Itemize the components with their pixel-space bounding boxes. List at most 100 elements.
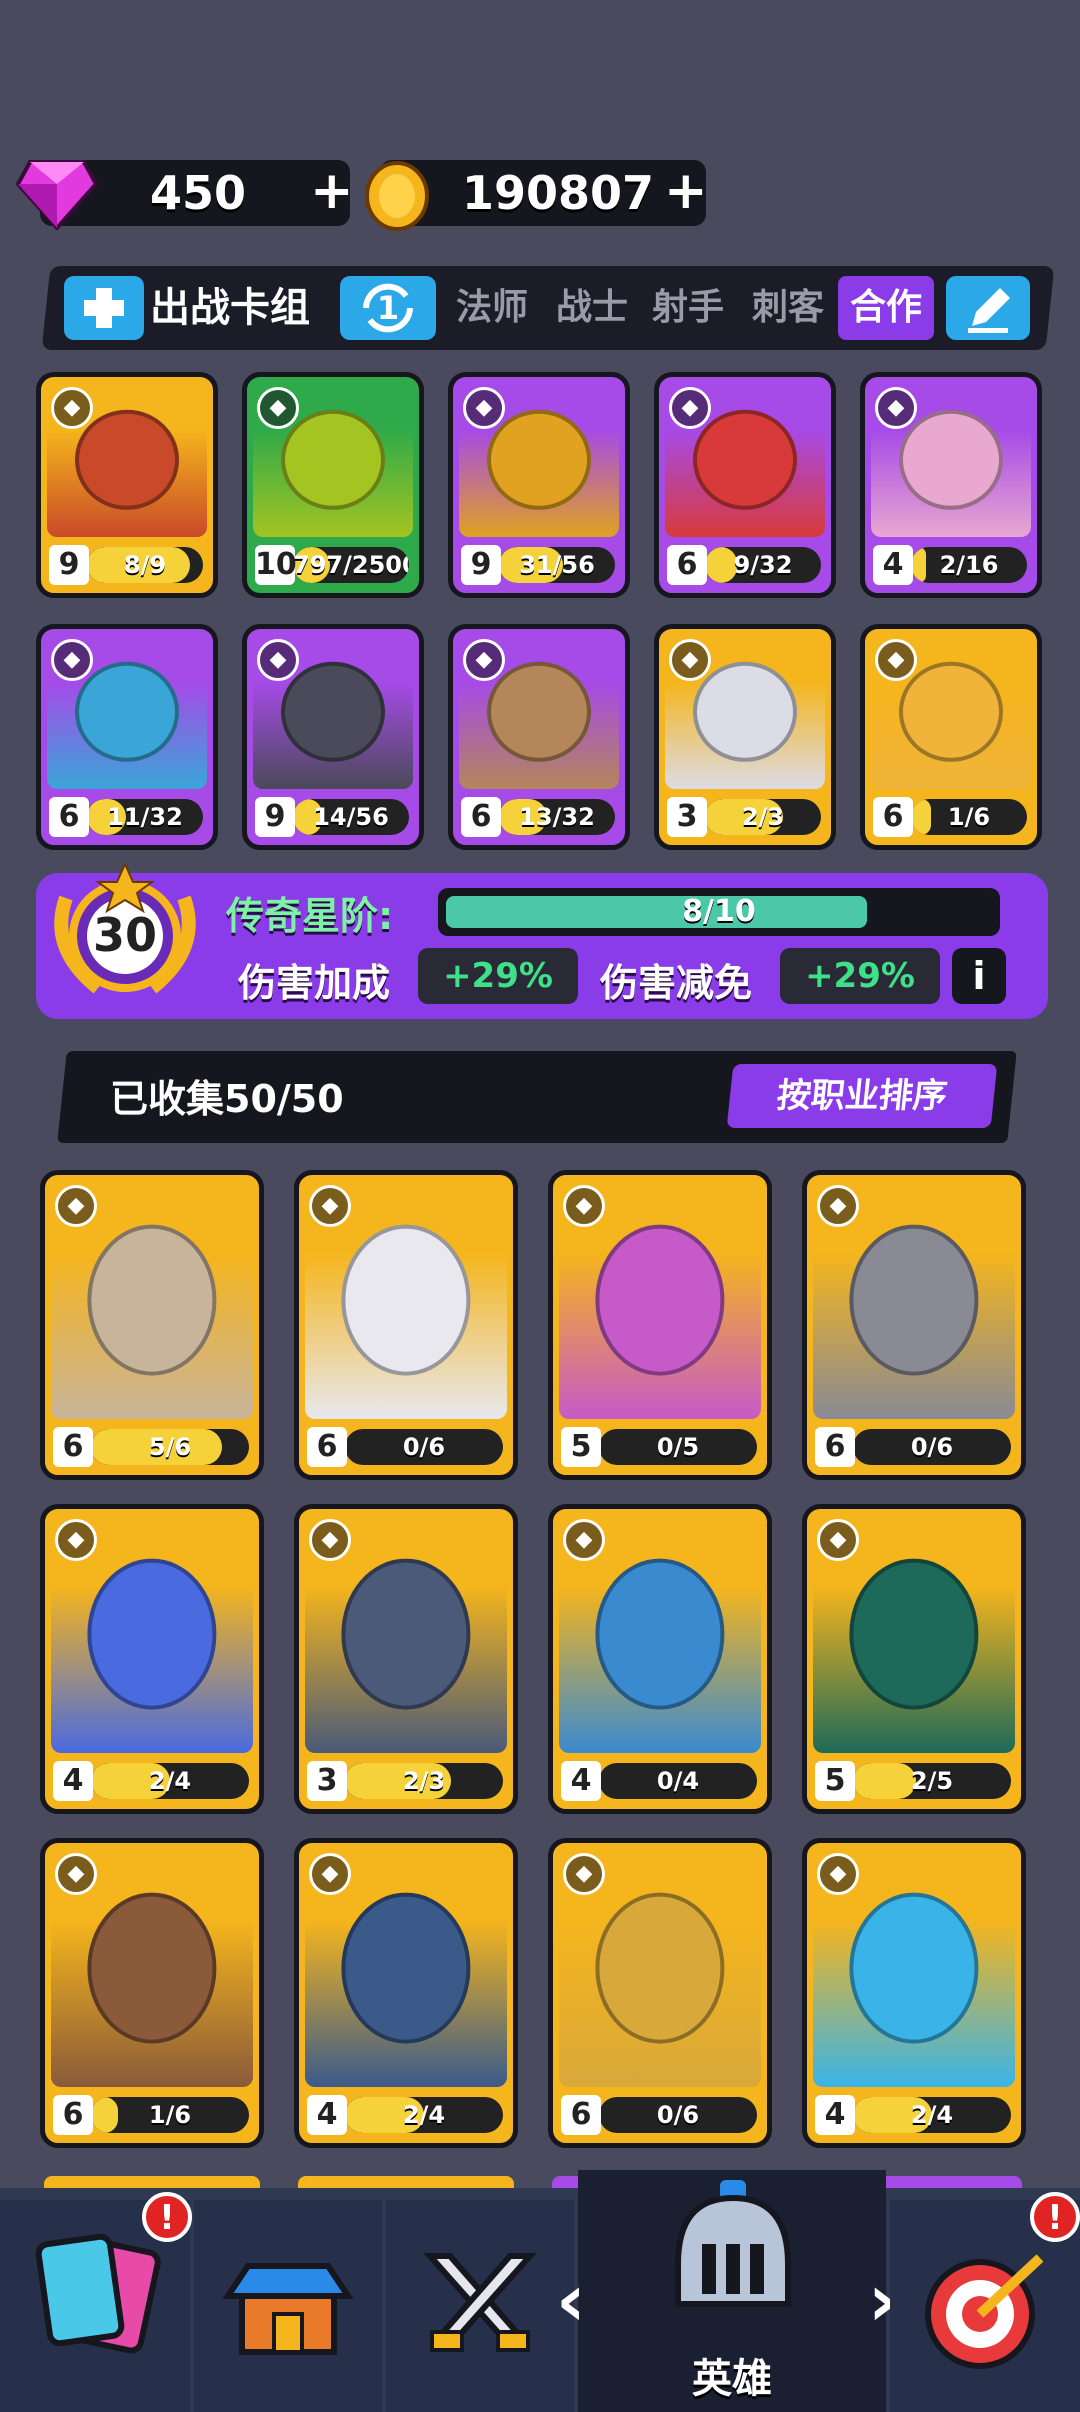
deck-card[interactable]: ◆ 8/9 9	[36, 372, 218, 598]
add-gems-button[interactable]: +	[310, 162, 354, 220]
hero-card[interactable]: ◆ 0/6 6	[802, 1170, 1026, 1480]
card-progress-text: 0/6	[910, 1433, 954, 1461]
card-progress-text: 14/56	[313, 803, 389, 831]
deck-card[interactable]: ◆ 2/3 3	[654, 624, 836, 850]
card-progress-bar: 1/6	[911, 799, 1027, 835]
hero-card[interactable]: ◆ 2/4 4	[294, 1838, 518, 2148]
hero-card[interactable]: ◆ 0/5 5	[548, 1170, 772, 1480]
nav-heroes-label: 英雄	[692, 2356, 772, 2402]
rank-level: 30	[92, 908, 157, 962]
shop-icon	[222, 2263, 354, 2355]
hero-face	[849, 1558, 979, 1710]
mage-icon: ◆	[669, 639, 711, 681]
collection-count: 已收集50/50	[110, 1077, 344, 1121]
hero-face	[693, 661, 797, 763]
card-progress-text: 2/16	[939, 551, 999, 579]
archer-icon: ◆	[55, 1519, 97, 1561]
sort-by-class-button[interactable]: 按职业排序	[726, 1064, 998, 1128]
gem-icon	[16, 160, 98, 230]
card-level: 6	[561, 2095, 601, 2135]
summoner-icon: ◆	[309, 1519, 351, 1561]
hero-card[interactable]: ◆ 2/3 3	[294, 1504, 518, 1814]
card-progress-bar: 2/4	[91, 1763, 249, 1799]
target-icon	[925, 2254, 1044, 2369]
hero-card[interactable]: ◆ 2/4 4	[40, 1504, 264, 1814]
deck-card[interactable]: ◆ 13/32 6	[448, 624, 630, 850]
hero-face	[87, 1224, 217, 1376]
card-level: 5	[561, 1427, 601, 1467]
card-progress-text: 1/6	[947, 803, 991, 831]
card-progress-text: 0/4	[656, 1767, 700, 1795]
hero-card[interactable]: ◆ 1/6 6	[40, 1838, 264, 2148]
hero-face	[693, 409, 797, 511]
card-progress-text: 31/56	[519, 551, 595, 579]
hero-card[interactable]: ◆ 0/4 4	[548, 1504, 772, 1814]
deck-card[interactable]: ◆ 31/56 9	[448, 372, 630, 598]
hero-card[interactable]: ◆ 2/4 4	[802, 1838, 1026, 2148]
deck-card[interactable]: ◆ 1/6 6	[860, 624, 1042, 850]
damage-bonus-label: 伤害加成	[238, 961, 391, 1005]
nav-battle[interactable]	[386, 2200, 574, 2412]
hero-face	[281, 409, 385, 511]
hero-face	[75, 409, 179, 511]
add-deck-button[interactable]	[64, 276, 144, 340]
tab-assassin[interactable]: 刺客	[740, 276, 836, 340]
hero-face	[87, 1892, 217, 2044]
hero-face	[899, 409, 1003, 511]
hero-face	[595, 1558, 725, 1710]
deck-card[interactable]: ◆ 797/2500 10	[242, 372, 424, 598]
card-progress-bar: 9/32	[705, 547, 821, 583]
card-level: 6	[307, 1427, 347, 1467]
hero-face	[487, 661, 591, 763]
hero-card[interactable]: ◆ 0/6 6	[548, 1838, 772, 2148]
tab-archer[interactable]: 射手	[640, 276, 736, 340]
nav-shop[interactable]	[194, 2200, 382, 2412]
deck-card[interactable]: ◆ 14/56 9	[242, 624, 424, 850]
add-coins-button[interactable]: +	[664, 162, 708, 220]
mage-icon: ◆	[817, 1853, 859, 1895]
hero-face	[595, 1224, 725, 1376]
card-level: 4	[815, 2095, 855, 2135]
tab-warrior[interactable]: 战士	[544, 276, 640, 340]
edit-deck-button[interactable]	[946, 276, 1030, 340]
info-button[interactable]: i	[952, 948, 1006, 1004]
card-progress-bar: 13/32	[499, 799, 615, 835]
card-progress-bar: 2/16	[911, 547, 1027, 583]
card-progress-text: 1/6	[148, 2101, 192, 2129]
card-progress-text: 2/4	[910, 2101, 954, 2129]
support-icon: ◆	[563, 1853, 605, 1895]
card-level: 4	[307, 2095, 347, 2135]
hero-card[interactable]: ◆ 2/5 5	[802, 1504, 1026, 1814]
card-level: 9	[255, 797, 295, 837]
assassin-icon: ◆	[563, 1185, 605, 1227]
card-level: 4	[561, 1761, 601, 1801]
hero-card[interactable]: ◆ 0/6 6	[294, 1170, 518, 1480]
hero-card[interactable]: ◆ 5/6 6	[40, 1170, 264, 1480]
card-progress-text: 0/6	[402, 1433, 446, 1461]
tab-coop[interactable]: 合作	[838, 276, 934, 340]
card-level: 6	[873, 797, 913, 837]
deck-switch-button[interactable]: 1	[340, 276, 436, 340]
card-progress-bar: 2/3	[705, 799, 821, 835]
deck-card[interactable]: ◆ 9/32 6	[654, 372, 836, 598]
card-progress-text: 2/3	[741, 803, 785, 831]
card-level: 4	[873, 545, 913, 585]
card-progress-bar: 1/6	[91, 2097, 249, 2133]
nav-heroes[interactable]: 英雄	[578, 2170, 886, 2412]
quests-alert-badge: !	[1030, 2192, 1080, 2242]
tab-mage[interactable]: 法师	[444, 276, 540, 340]
rank-label: 传奇星阶:	[226, 894, 394, 938]
hero-face	[75, 661, 179, 763]
mage-icon: ◆	[669, 387, 711, 429]
deck-card[interactable]: ◆ 11/32 6	[36, 624, 218, 850]
card-progress-text: 8/9	[123, 551, 167, 579]
card-progress-text: 5/6	[148, 1433, 192, 1461]
summoner-icon: ◆	[817, 1519, 859, 1561]
warrior-icon: ◆	[309, 1853, 351, 1895]
co-op-icon: ◆	[875, 639, 917, 681]
nav-left-arrow[interactable]: ‹	[556, 2264, 586, 2336]
hero-face	[341, 1224, 471, 1376]
card-progress-text: 2/3	[402, 1767, 446, 1795]
card-level: 3	[307, 1761, 347, 1801]
deck-card[interactable]: ◆ 2/16 4	[860, 372, 1042, 598]
